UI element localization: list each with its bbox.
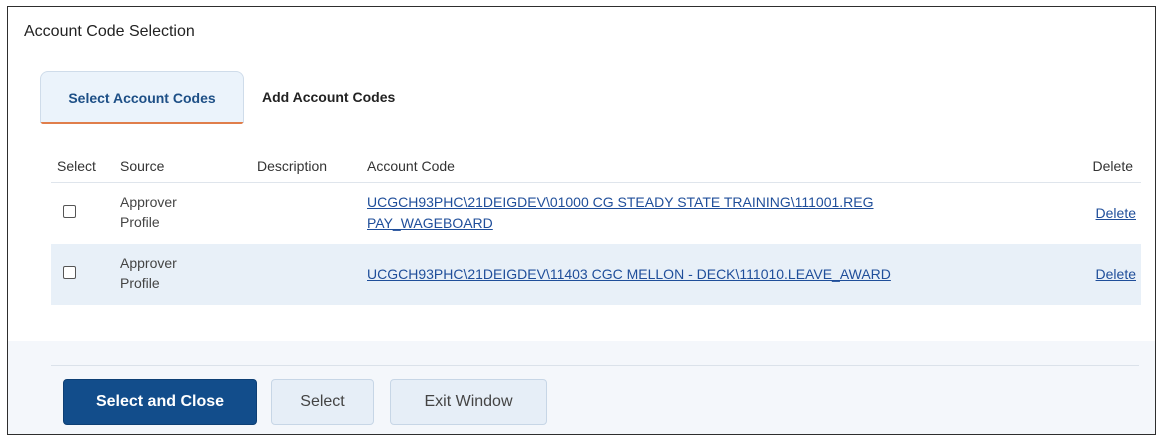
account-code-table: Select Source Description Account Code D…: [51, 149, 1141, 305]
column-header-source: Source: [120, 158, 165, 174]
tab-add-account-codes[interactable]: Add Account Codes: [262, 71, 395, 123]
dialog-title: Account Code Selection: [24, 23, 195, 40]
tab-select-account-codes[interactable]: Select Account Codes: [40, 71, 244, 124]
row-delete-link[interactable]: Delete: [1096, 266, 1136, 282]
account-code-dialog: Account Code Selection Select Account Co…: [7, 6, 1156, 435]
table-row: Approver Profile UCGCH93PHC\21DEIGDEV\01…: [51, 183, 1141, 244]
column-header-account-code: Account Code: [367, 158, 455, 174]
footer-divider: [51, 365, 1139, 366]
row-source: Approver Profile: [120, 194, 177, 230]
table-row: Approver Profile UCGCH93PHC\21DEIGDEV\11…: [51, 244, 1141, 305]
table-header: Select Source Description Account Code D…: [51, 149, 1141, 183]
exit-window-button[interactable]: Exit Window: [390, 379, 547, 425]
select-button[interactable]: Select: [271, 379, 374, 425]
row-select-checkbox[interactable]: [63, 205, 76, 218]
row-account-code-link[interactable]: UCGCH93PHC\21DEIGDEV\11403 CGC MELLON - …: [367, 264, 1007, 285]
account-code-link-line2[interactable]: PAY_WAGEBOARD: [367, 215, 493, 231]
select-and-close-button[interactable]: Select and Close: [63, 379, 257, 425]
row-delete-link[interactable]: Delete: [1096, 205, 1136, 221]
account-code-link-line1[interactable]: UCGCH93PHC\21DEIGDEV\01000 CG STEADY STA…: [367, 194, 874, 210]
account-code-link[interactable]: UCGCH93PHC\21DEIGDEV\11403 CGC MELLON - …: [367, 266, 891, 282]
column-header-description: Description: [257, 158, 328, 174]
column-header-select: Select: [57, 158, 96, 174]
row-select-checkbox[interactable]: [63, 266, 76, 279]
row-account-code-link[interactable]: UCGCH93PHC\21DEIGDEV\01000 CG STEADY STA…: [367, 192, 1007, 234]
row-source: Approver Profile: [120, 255, 177, 291]
column-header-delete: Delete: [1092, 158, 1133, 174]
